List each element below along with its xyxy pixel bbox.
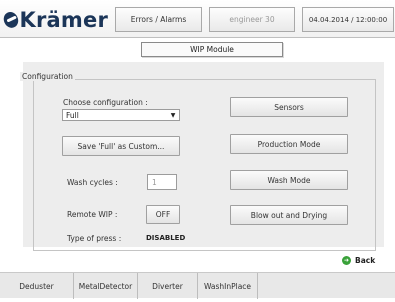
remote-wip-toggle[interactable]: OFF [146,205,180,224]
module-title: WIP Module [141,42,283,57]
wash-cycles-label: Wash cycles : [67,178,118,187]
choose-configuration-label: Choose configuration : [63,98,148,107]
tab-deduster[interactable]: Deduster [0,273,74,299]
dropdown-arrow-icon[interactable]: ▼ [167,110,179,120]
type-of-press-label: Type of press : [67,234,122,243]
kramer-logo: Krämer [1,6,108,34]
back-button[interactable]: ➜ Back [342,254,375,266]
tab-metal-detector[interactable]: MetalDetector [74,273,138,299]
kramer-logo-icon [1,9,21,31]
datetime-display: 04.04.2014 / 12:00:00 [302,7,394,32]
back-arrow-icon[interactable]: ➜ [342,255,351,265]
header-bar: Krämer Errors / Alarms engineer 30 04.04… [0,0,395,38]
back-label: Back [355,255,376,265]
remote-wip-label: Remote WIP : [67,210,118,219]
tab-wash-in-place[interactable]: WashInPlace [198,273,258,299]
type-of-press-value: DISABLED [146,234,186,242]
bottom-tab-bar: Deduster MetalDetector Diverter WashInPl… [0,272,395,299]
tab-diverter[interactable]: Diverter [138,273,198,299]
configuration-legend: Configuration [20,72,75,81]
production-mode-button[interactable]: Production Mode [230,134,348,154]
wash-cycles-input[interactable]: 1 [147,174,177,190]
user-indicator[interactable]: engineer 30 [209,7,295,32]
configuration-select[interactable]: Full ▼ [62,109,180,121]
logo-text: Krämer [19,8,108,32]
save-as-custom-button[interactable]: Save 'Full' as Custom... [62,136,180,156]
sensors-button[interactable]: Sensors [230,97,348,117]
configuration-selected-value: Full [66,110,79,120]
errors-alarms-button[interactable]: Errors / Alarms [115,7,202,32]
wash-mode-button[interactable]: Wash Mode [230,170,348,190]
blow-out-drying-button[interactable]: Blow out and Drying [230,205,348,225]
